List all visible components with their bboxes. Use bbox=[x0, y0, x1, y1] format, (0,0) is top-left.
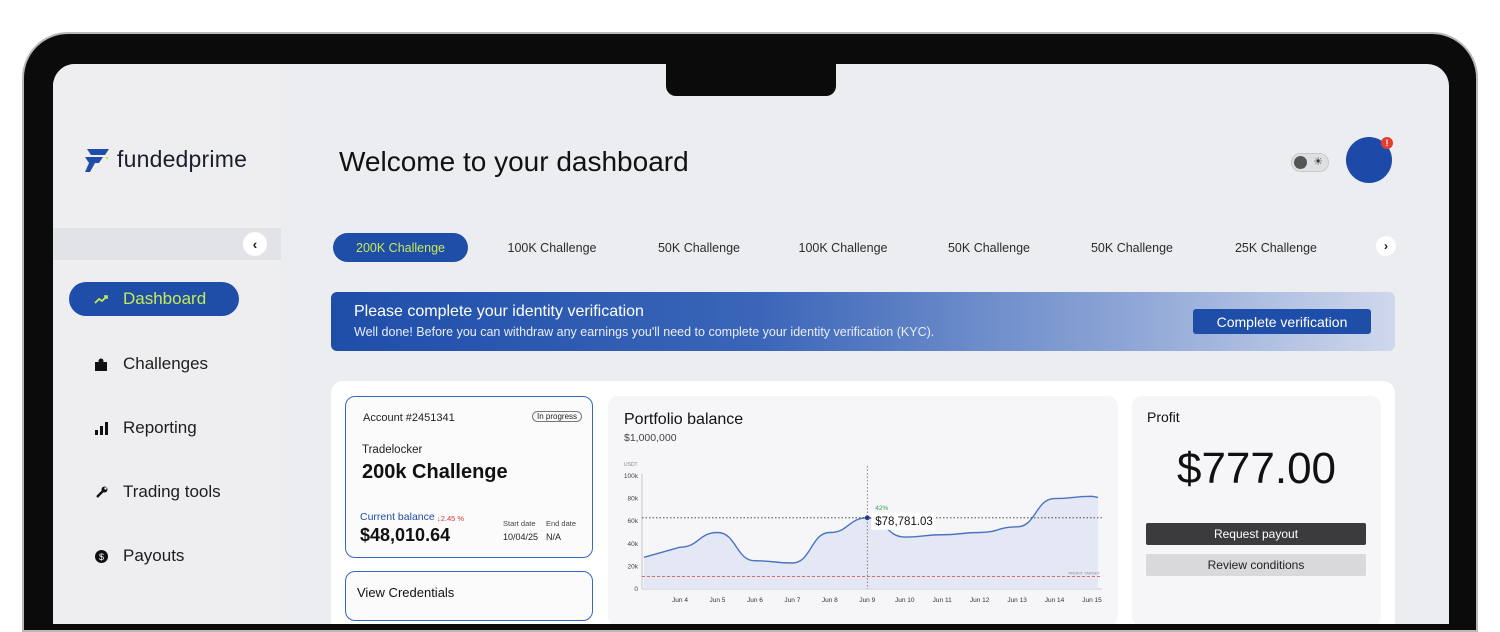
profit-label: Profit bbox=[1147, 409, 1180, 425]
view-credentials-button[interactable]: View Credentials bbox=[345, 571, 593, 621]
wrench-icon bbox=[93, 486, 109, 499]
portfolio-chart-card: Portfolio balance $1,000,000 USDT 0 20k 40k… bbox=[608, 396, 1118, 624]
status-badge: In progress bbox=[532, 411, 583, 422]
x-tick-label: Jun 15 bbox=[1082, 597, 1102, 604]
page-title: Welcome to your dashboard bbox=[339, 146, 689, 177]
x-tick-label: Jun 4 bbox=[672, 597, 688, 604]
portfolio-chart[interactable]: USDT 0 20k 40k 60k 80k 100k PROFIT TARGET 42% $78… bbox=[608, 396, 1118, 624]
x-tick-label: Jun 9 bbox=[859, 597, 875, 604]
svg-text:$: $ bbox=[98, 552, 103, 562]
x-tick-label: Jun 14 bbox=[1045, 597, 1065, 604]
camera-notch bbox=[666, 60, 836, 96]
y-tick-label: 20k bbox=[628, 563, 639, 570]
tooltip-value: $78,781.03 bbox=[875, 516, 933, 528]
x-tick-label: Jun 7 bbox=[784, 597, 800, 604]
account-name: 200k Challenge bbox=[362, 461, 508, 483]
banner-subtitle: Well done! Before you can withdraw any e… bbox=[354, 325, 935, 339]
series-area bbox=[644, 496, 1098, 589]
start-date-value: 10/04/25 bbox=[503, 532, 539, 542]
marker-point bbox=[864, 515, 870, 521]
y-unit-label: USDT bbox=[624, 462, 638, 468]
chevron-left-icon[interactable]: ‹ bbox=[243, 232, 267, 256]
x-tick-label: Jun 12 bbox=[970, 597, 990, 604]
x-tick-label: Jun 6 bbox=[747, 597, 763, 604]
sidebar-item-reporting[interactable]: Reporting bbox=[69, 411, 239, 445]
reference-line-label: PROFIT TARGET bbox=[1068, 571, 1100, 576]
trend-up-icon bbox=[93, 294, 109, 304]
balance-label: Current balance bbox=[360, 511, 435, 523]
banner-title: Please complete your identity verificati… bbox=[354, 303, 644, 320]
theme-toggle[interactable]: ☀ bbox=[1291, 153, 1329, 172]
account-platform: Tradelocker bbox=[362, 444, 423, 456]
sidebar-item-label: Challenges bbox=[123, 354, 209, 373]
y-tick-label: 40k bbox=[628, 541, 639, 548]
tab-200k-challenge[interactable]: 200K Challenge bbox=[333, 233, 468, 262]
x-tick-label: Jun 8 bbox=[822, 597, 838, 604]
y-tick-label: 100k bbox=[624, 473, 639, 480]
brand-name: fundedprime bbox=[117, 146, 248, 172]
start-date-label: Start date bbox=[503, 519, 536, 528]
tab-50k-challenge[interactable]: 50K Challenge bbox=[636, 233, 762, 262]
credentials-label: View Credentials bbox=[357, 585, 455, 600]
bar-chart-icon bbox=[93, 421, 109, 435]
profit-card: Profit $777.00 Request payout Review con… bbox=[1132, 396, 1381, 624]
account-number: Account #2451341 bbox=[363, 412, 455, 424]
overview-panel: Account #2451341 In progress Tradelocker… bbox=[331, 381, 1395, 624]
notification-badge-icon[interactable]: ! bbox=[1381, 137, 1393, 149]
x-tick-label: Jun 11 bbox=[933, 597, 952, 604]
review-conditions-button[interactable]: Review conditions bbox=[1146, 554, 1366, 576]
end-date-label: End date bbox=[546, 519, 577, 528]
y-tick-label: 60k bbox=[628, 518, 639, 525]
chevron-right-icon[interactable]: › bbox=[1376, 236, 1396, 256]
account-card[interactable]: Account #2451341 In progress Tradelocker… bbox=[345, 396, 593, 558]
challenge-tabs: 200K Challenge 100K Challenge 50K Challe… bbox=[333, 233, 1393, 263]
x-tick-label: Jun 13 bbox=[1007, 597, 1027, 604]
sidebar-item-trading-tools[interactable]: Trading tools bbox=[69, 475, 239, 509]
kyc-banner: Please complete your identity verificati… bbox=[331, 292, 1395, 351]
x-tick-label: Jun 10 bbox=[895, 597, 915, 604]
sidebar-item-challenges[interactable]: Challenges bbox=[69, 347, 239, 381]
screen: fundedprime ‹ Dashboard Challenges Repor… bbox=[53, 64, 1449, 624]
tab-100k-challenge[interactable]: 100K Challenge bbox=[489, 233, 615, 262]
sidebar-item-dashboard[interactable]: Dashboard bbox=[69, 282, 239, 316]
complete-verification-button[interactable]: Complete verification bbox=[1193, 309, 1371, 334]
sidebar-item-payouts[interactable]: $ Payouts bbox=[69, 539, 239, 573]
tab-100k-challenge-2[interactable]: 100K Challenge bbox=[780, 233, 906, 262]
tab-50k-challenge-3[interactable]: 50K Challenge bbox=[1069, 233, 1195, 262]
tooltip-change: 42% bbox=[875, 505, 888, 512]
sidebar-item-label: Dashboard bbox=[123, 289, 207, 308]
brand-logo[interactable]: fundedprime bbox=[83, 146, 247, 173]
tab-50k-challenge-2[interactable]: 50K Challenge bbox=[926, 233, 1052, 262]
y-tick-label: 0 bbox=[634, 586, 638, 593]
request-payout-button[interactable]: Request payout bbox=[1146, 523, 1366, 545]
sidebar-item-label: Trading tools bbox=[123, 482, 221, 501]
balance-value: $48,010.64 bbox=[360, 525, 451, 545]
toggle-knob bbox=[1294, 156, 1307, 169]
end-date-value: N/A bbox=[546, 532, 562, 542]
profit-value: $777.00 bbox=[1176, 444, 1337, 493]
puzzle-icon bbox=[93, 358, 109, 371]
sidebar-item-label: Reporting bbox=[123, 418, 197, 437]
sidebar-item-label: Payouts bbox=[123, 546, 185, 565]
balance-change: ↓2.45 % bbox=[437, 514, 465, 523]
sidebar: fundedprime ‹ Dashboard Challenges Repor… bbox=[53, 64, 281, 624]
sun-icon: ☀ bbox=[1313, 156, 1323, 168]
dollar-coin-icon: $ bbox=[93, 549, 109, 563]
fundedprime-logo-icon bbox=[85, 148, 109, 172]
tab-25k-challenge[interactable]: 25K Challenge bbox=[1213, 233, 1339, 262]
y-tick-label: 80k bbox=[628, 496, 639, 503]
x-tick-label: Jun 5 bbox=[710, 597, 726, 604]
